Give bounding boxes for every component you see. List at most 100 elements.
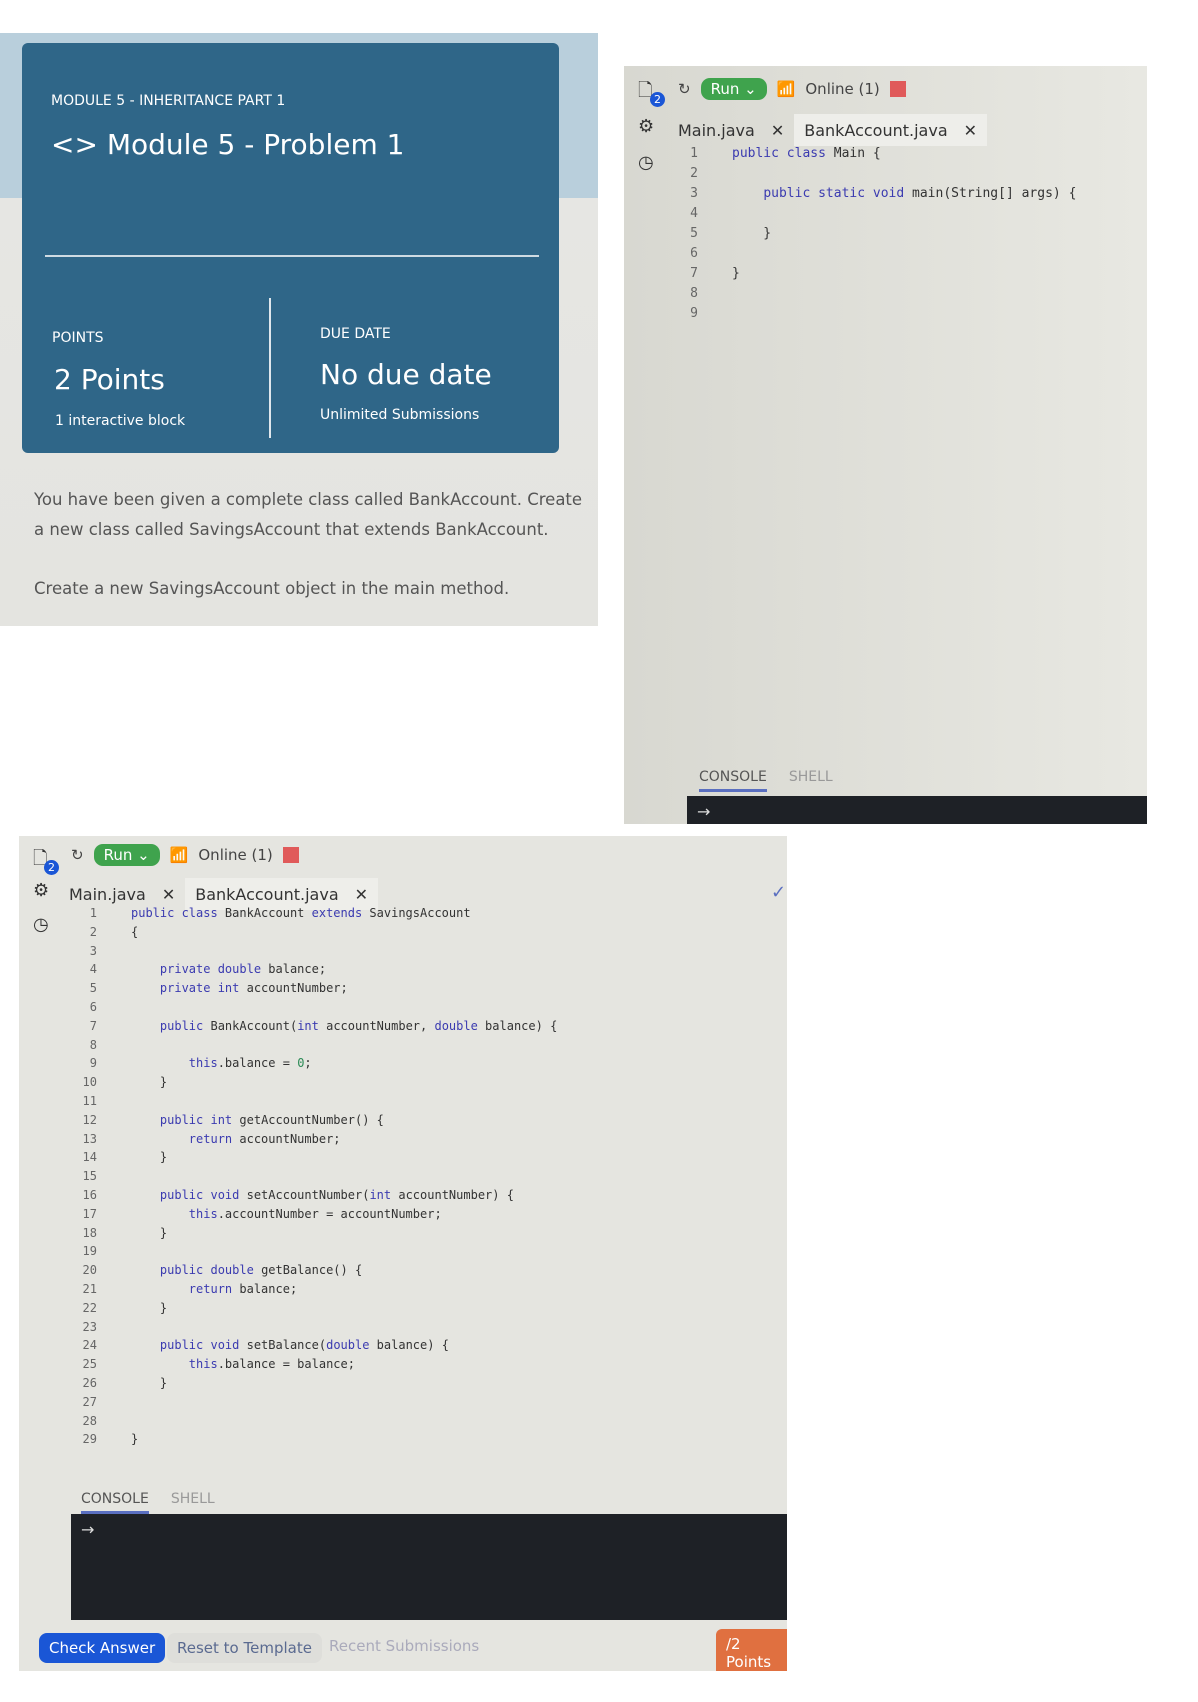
wifi-icon: 📶 (169, 846, 189, 864)
line-number: 5 (690, 226, 698, 241)
code-line[interactable]: } (131, 1075, 167, 1089)
code-line[interactable]: this.balance = 0; (131, 1056, 312, 1070)
line-number: 8 (690, 286, 698, 301)
replay-icon[interactable]: ↻ (71, 846, 84, 864)
status-text: Online (1) (198, 846, 273, 864)
line-number: 13 (82, 1131, 97, 1146)
check-answer-button[interactable]: Check Answer (39, 1633, 166, 1663)
line-number: 11 (82, 1094, 97, 1108)
points-sub: 1 interactive block (55, 413, 186, 429)
code-line[interactable]: } (732, 266, 740, 281)
code-line[interactable]: public static void main(String[] args) { (732, 186, 1076, 201)
code-line[interactable]: } (131, 1376, 167, 1390)
line-number: 4 (690, 206, 698, 221)
line-number: 6 (89, 1000, 97, 1014)
due-label: DUE DATE (320, 326, 391, 342)
close-icon: ✕ (354, 884, 369, 904)
line-number: 21 (82, 1282, 97, 1296)
close-icon: ✕ (770, 120, 785, 140)
run-button[interactable]: Run ⌄ (93, 844, 160, 866)
line-number: 22 (82, 1300, 97, 1315)
history-icon[interactable]: ◷ (638, 152, 654, 173)
assignment-card: MODULE 5 - INHERITANCE PART 1 <> Module … (22, 43, 559, 453)
stop-button[interactable] (889, 81, 906, 97)
description-3: Create a new SavingsAccount object in th… (34, 579, 510, 598)
line-number: 9 (89, 1056, 97, 1071)
line-number: 7 (89, 1018, 97, 1033)
description-1: You have been given a complete class cal… (34, 490, 583, 509)
line-number: 14 (82, 1150, 97, 1165)
line-number: 29 (82, 1432, 97, 1447)
bank-account-editor-photo: 🗋 2 ⚙ ◷ ↻ Run ⌄ 📶 Online (1) Main.java ✕ … (19, 836, 787, 1671)
line-number: 12 (82, 1112, 97, 1127)
line-number: 3 (690, 186, 698, 201)
divider (45, 255, 539, 257)
code-line[interactable]: } (732, 226, 771, 241)
line-number: 16 (82, 1188, 97, 1202)
close-icon: ✕ (161, 884, 176, 904)
code-line[interactable]: return accountNumber; (131, 1132, 341, 1146)
line-number: 9 (690, 306, 698, 321)
line-number: 23 (82, 1319, 97, 1334)
code-line[interactable]: private double balance; (131, 962, 326, 976)
tab-console[interactable]: CONSOLE (81, 1491, 149, 1514)
line-number: 15 (82, 1169, 97, 1184)
line-number: 17 (82, 1206, 97, 1221)
prompt-arrow-icon: → (697, 802, 711, 821)
line-number: 27 (82, 1394, 97, 1409)
stop-button[interactable] (282, 847, 299, 863)
wifi-icon: 📶 (776, 80, 796, 98)
line-number: 10 (82, 1075, 97, 1090)
code-line[interactable]: public void setBalance(double balance) { (131, 1338, 449, 1352)
score-badge: /2 Points (716, 1629, 787, 1671)
status-text: Online (1) (805, 80, 880, 98)
points-label: POINTS (52, 330, 104, 346)
code-line[interactable]: { (131, 925, 138, 939)
code-line[interactable]: } (131, 1226, 167, 1240)
tab-bank-account-java[interactable]: BankAccount.java ✕ (794, 114, 988, 146)
code-line[interactable]: } (131, 1150, 167, 1164)
line-number: 1 (690, 146, 698, 161)
code-line[interactable]: public class BankAccount extends Savings… (131, 906, 471, 920)
prompt-arrow-icon: → (81, 1520, 95, 1539)
code-line[interactable]: this.accountNumber = accountNumber; (131, 1207, 442, 1221)
code-line[interactable]: private int accountNumber; (131, 981, 348, 995)
code-line[interactable]: this.balance = balance; (131, 1357, 355, 1371)
code-line[interactable]: return balance; (131, 1282, 297, 1296)
line-number: 28 (82, 1413, 97, 1428)
description-2: a new class called SavingsAccount that e… (34, 520, 549, 539)
line-number: 5 (89, 981, 97, 996)
code-line[interactable]: public BankAccount(int accountNumber, do… (131, 1019, 557, 1033)
recent-submissions-button[interactable]: Recent Submissions (319, 1631, 489, 1661)
files-badge: 2 (650, 92, 665, 107)
tab-main-java[interactable]: Main.java ✕ (668, 114, 794, 146)
line-number: 6 (690, 246, 698, 261)
gear-icon[interactable]: ⚙ (638, 116, 654, 137)
points-value: 2 Points (54, 363, 165, 396)
line-number: 24 (82, 1338, 97, 1353)
replay-icon[interactable]: ↻ (678, 80, 691, 98)
code-line[interactable]: public class Main { (732, 146, 881, 161)
tab-shell[interactable]: SHELL (171, 1491, 215, 1514)
code-line[interactable]: } (131, 1301, 167, 1315)
code-line[interactable]: public void setAccountNumber(int account… (131, 1188, 514, 1202)
reset-to-template-button[interactable]: Reset to Template (167, 1633, 322, 1663)
line-number: 26 (82, 1376, 97, 1390)
check-circle-icon[interactable]: ✓ (771, 882, 786, 903)
line-number: 18 (82, 1225, 97, 1240)
tab-shell[interactable]: SHELL (789, 769, 833, 792)
code-line[interactable]: public double getBalance() { (131, 1263, 362, 1277)
code-line[interactable]: } (131, 1432, 138, 1446)
console-output[interactable]: → (687, 796, 1147, 824)
history-icon[interactable]: ◷ (33, 914, 49, 935)
line-number: 25 (82, 1357, 97, 1372)
gear-icon[interactable]: ⚙ (33, 880, 49, 901)
tab-console[interactable]: CONSOLE (699, 769, 767, 792)
code-line[interactable]: public int getAccountNumber() { (131, 1113, 384, 1127)
assignment-photo: MODULE 5 - INHERITANCE PART 1 <> Module … (0, 33, 598, 626)
files-badge: 2 (44, 860, 59, 875)
console-output[interactable]: → (71, 1514, 787, 1620)
run-button[interactable]: Run ⌄ (700, 78, 767, 100)
line-number: 2 (89, 924, 97, 939)
line-number: 8 (89, 1037, 97, 1052)
